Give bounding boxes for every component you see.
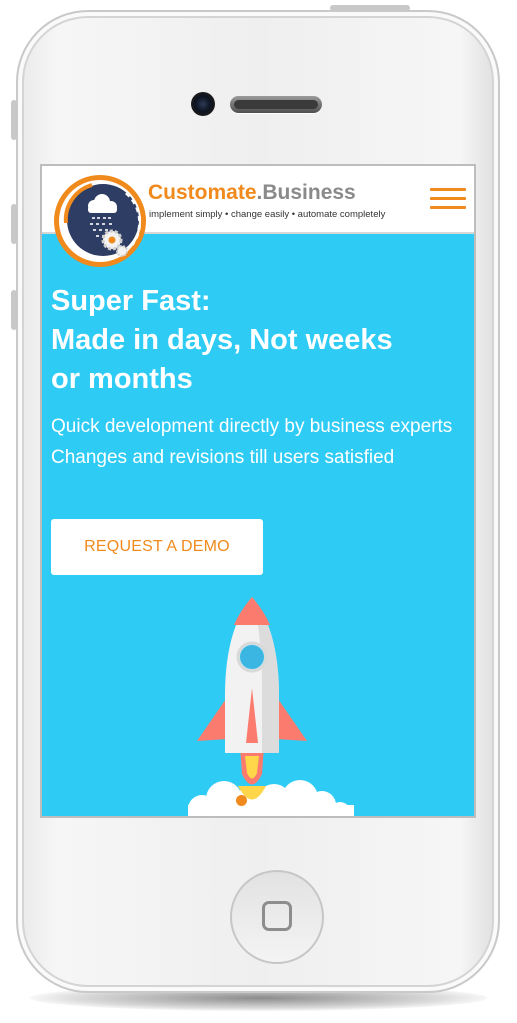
volume-up-button <box>11 204 17 244</box>
brand-name-suffix: .Business <box>256 181 356 204</box>
rocket-icon <box>188 597 354 816</box>
hero-title-line: Super Fast: <box>51 285 211 317</box>
front-camera <box>191 92 215 116</box>
volume-down-button <box>11 290 17 330</box>
brand-name[interactable]: Customate.Business <box>148 181 356 205</box>
device-mockup: Customate.Business implement simply • ch… <box>0 0 517 1023</box>
brand-tagline: implement simply • change easily • autom… <box>149 209 386 220</box>
home-button[interactable] <box>230 870 324 964</box>
power-button <box>330 5 410 11</box>
hero-title: Super Fast: Made in days, Not weeks or m… <box>51 282 471 399</box>
hero-title-line: Made in days, Not weeks <box>51 324 393 356</box>
carousel-dot[interactable] <box>260 795 271 806</box>
mute-switch <box>11 100 17 140</box>
hero-title-line: or months <box>51 363 193 395</box>
hamburger-menu-icon[interactable] <box>428 186 468 212</box>
phone-screen: Customate.Business implement simply • ch… <box>40 164 476 818</box>
carousel-dot[interactable] <box>212 795 223 806</box>
carousel-dot[interactable] <box>236 795 247 806</box>
hero-description: Quick development directly by business e… <box>51 416 453 468</box>
cloud-gear-logo-icon[interactable] <box>52 173 148 269</box>
brand-name-main: Customate <box>148 181 257 204</box>
request-demo-button[interactable]: REQUEST A DEMO <box>51 519 263 575</box>
earpiece-speaker <box>230 96 322 113</box>
carousel-indicators <box>212 794 282 808</box>
